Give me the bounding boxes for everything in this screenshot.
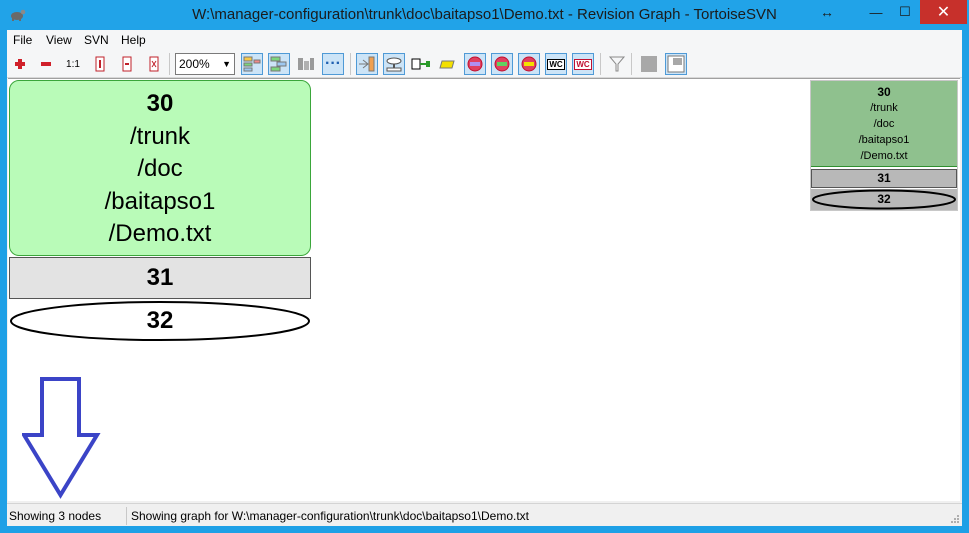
node-path-line: /trunk <box>129 122 191 150</box>
toolbar-separator <box>631 53 632 75</box>
graph-node-head[interactable]: 32 <box>9 300 311 342</box>
menu-svn[interactable]: SVN <box>84 33 109 47</box>
stop-button[interactable] <box>638 53 660 75</box>
show-wc-revision-button[interactable]: WC <box>545 53 567 75</box>
minimize-button[interactable]: — <box>861 0 891 24</box>
node-path-line: /Demo.txt <box>108 220 212 247</box>
overview-node-modified[interactable]: 31 <box>811 169 957 188</box>
resize-grip-icon[interactable] <box>950 514 960 524</box>
no-delete-icon <box>467 56 483 72</box>
overview-node-path-line: /trunk <box>870 102 898 114</box>
chevron-down-icon: ▼ <box>222 59 231 69</box>
overview-node-path-line: /baitapso1 <box>858 134 910 146</box>
overview-toggle-button[interactable] <box>665 53 687 75</box>
no-copy-icon <box>494 56 510 72</box>
zoom-in-button[interactable] <box>9 53 31 75</box>
overview-node-revision: 31 <box>877 171 891 185</box>
filter-icon <box>608 56 626 72</box>
filter-renamed-button[interactable] <box>518 53 540 75</box>
status-path: Showing graph for W:\manager-configurati… <box>131 509 529 523</box>
client-area: File View SVN Help 1:1 200% ▼ ··· WC WC … <box>7 30 962 526</box>
filter-copied-button[interactable] <box>491 53 513 75</box>
path-icon <box>386 57 402 72</box>
filter-button[interactable] <box>606 53 628 75</box>
node-revision: 32 <box>146 307 174 334</box>
plus-icon <box>15 59 25 69</box>
oldest-on-top-icon <box>270 56 287 72</box>
fit-width-icon <box>122 56 132 72</box>
zoom-original-button[interactable]: 1:1 <box>62 53 84 75</box>
node-revision: 30 <box>146 90 174 117</box>
menu-bar: File View SVN Help <box>7 30 962 50</box>
close-button[interactable]: ✕ <box>920 0 967 24</box>
overview-node-added[interactable]: 30 /trunk /doc /baitapso1 /Demo.txt <box>811 81 957 167</box>
overview-node-revision: 30 <box>877 85 891 99</box>
overview-node-revision: 32 <box>877 192 891 206</box>
status-divider <box>126 507 127 525</box>
zoom-to-width-button[interactable] <box>116 53 138 75</box>
show-path-button[interactable] <box>383 53 405 75</box>
maximize-button[interactable]: ☐ <box>890 0 920 24</box>
zoom-to-fit-button[interactable] <box>143 53 165 75</box>
overview-node-head[interactable]: 32 <box>811 189 957 210</box>
overview-node-path-line: /Demo.txt <box>860 150 908 162</box>
status-bar: Showing 3 nodes Showing graph for W:\man… <box>7 503 962 526</box>
app-window: W:\manager-configuration\trunk\doc\baita… <box>0 0 969 533</box>
revision-graph-canvas[interactable]: 30 /trunk /doc /baitapso1 /Demo.txt 31 3… <box>8 78 960 501</box>
toolbar-separator <box>350 53 351 75</box>
split-icon <box>411 58 430 70</box>
align-trees-icon <box>298 58 314 70</box>
group-branches-button[interactable] <box>241 53 263 75</box>
overview-icon <box>667 55 685 73</box>
toolbar-separator <box>600 53 601 75</box>
node-path-line: /doc <box>137 155 183 182</box>
toolbar: 1:1 200% ▼ ··· WC WC <box>7 50 962 78</box>
overview-node-path-line: /doc <box>873 118 895 130</box>
tag-icon <box>439 60 455 69</box>
split-branches-button[interactable] <box>410 53 432 75</box>
down-arrow-annotation-icon <box>22 377 101 499</box>
wc-icon: WC <box>547 58 565 70</box>
fit-window-icon <box>149 56 159 72</box>
menu-view[interactable]: View <box>46 33 72 47</box>
oldest-on-top-button[interactable] <box>268 53 290 75</box>
show-all-button[interactable]: ··· <box>322 53 344 75</box>
toolbar-separator <box>169 53 170 75</box>
zoom-out-button[interactable] <box>35 53 57 75</box>
head-revisions-icon <box>359 56 375 72</box>
overview-pane[interactable]: 30 /trunk /doc /baitapso1 /Demo.txt 31 3… <box>810 80 958 211</box>
menu-file[interactable]: File <box>13 33 32 47</box>
fit-height-icon <box>95 56 105 72</box>
node-revision: 31 <box>146 264 174 291</box>
graph-node-modified[interactable]: 31 <box>9 257 311 299</box>
show-wc-modification-button[interactable]: WC <box>572 53 594 75</box>
minus-icon <box>41 62 51 66</box>
show-head-revisions-button[interactable] <box>356 53 378 75</box>
square-gray-icon <box>641 56 657 72</box>
tags-button[interactable] <box>437 53 459 75</box>
title-bar[interactable]: W:\manager-configuration\trunk\doc\baita… <box>0 0 969 30</box>
filter-deleted-button[interactable] <box>464 53 486 75</box>
resize-icon[interactable]: ↔ <box>812 0 842 24</box>
node-path-line: /baitapso1 <box>104 187 216 215</box>
zoom-select[interactable]: 200% ▼ <box>175 53 235 75</box>
menu-help[interactable]: Help <box>121 33 146 47</box>
wc-modified-icon: WC <box>574 58 592 70</box>
no-rename-icon <box>521 56 537 72</box>
status-node-count: Showing 3 nodes <box>9 509 102 523</box>
align-trees-button[interactable] <box>295 53 317 75</box>
zoom-to-height-button[interactable] <box>89 53 111 75</box>
graph-node-added[interactable]: 30 /trunk /doc /baitapso1 /Demo.txt <box>9 80 311 256</box>
group-branches-icon <box>243 56 261 72</box>
zoom-select-value: 200% <box>179 57 210 71</box>
